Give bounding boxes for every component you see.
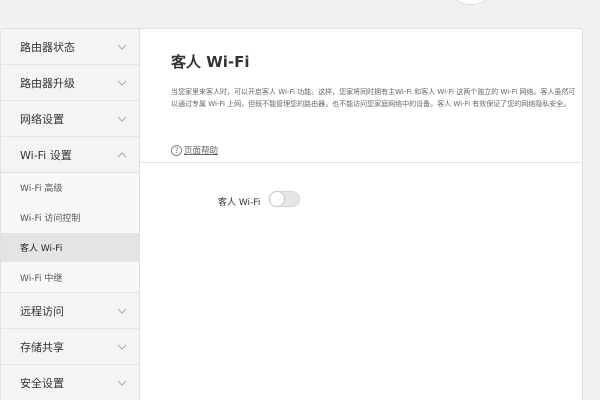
sidebar-item-network-settings[interactable]: 网络设置 [1,101,139,137]
toggle-knob [270,192,284,206]
sidebar-item-router-upgrade[interactable]: 路由器升级 [1,65,139,101]
sidebar-item-router-status[interactable]: 路由器状态 [1,29,139,65]
page-description: 当您家里来客人时，可以开启客人 Wi-Fi 功能。这样，您家将同时拥有主Wi-F… [171,88,576,108]
sidebar-item-label: 网络设置 [20,112,64,126]
chevron-down-icon [117,308,127,314]
sidebar-item-security-settings[interactable]: 安全设置 [1,365,139,400]
question-icon: ? [171,144,182,156]
settings-panel: 路由器状态 路由器升级 网络设置 Wi-Fi 设置 Wi-Fi 高级 Wi-Fi… [0,28,583,400]
sidebar-subitem-label: Wi-Fi 高级 [20,184,63,195]
sidebar-item-storage-sharing[interactable]: 存储共享 [1,329,139,365]
sidebar-subitem-label: 客人 Wi-Fi [20,243,63,254]
sidebar-item-label: 存储共享 [20,340,64,354]
main-content: 客人 Wi-Fi 当您家里来客人时，可以开启客人 Wi-Fi 功能。这样，您家将… [141,29,582,400]
chevron-down-icon [117,380,127,386]
page-help-link[interactable]: ? 页面帮助 [171,144,218,156]
chevron-down-icon [117,116,127,122]
sidebar-item-label: 路由器状态 [20,40,75,54]
sidebar-subitem-label: Wi-Fi 中继 [20,273,63,284]
sidebar-item-label: Wi-Fi 设置 [20,148,72,162]
sidebar: 路由器状态 路由器升级 网络设置 Wi-Fi 设置 Wi-Fi 高级 Wi-Fi… [1,29,140,400]
sidebar-item-remote-access[interactable]: 远程访问 [1,293,139,329]
sidebar-item-label: 安全设置 [20,376,64,390]
sidebar-subitem-guest-wifi[interactable]: 客人 Wi-Fi [1,232,139,263]
wifi-submenu: Wi-Fi 高级 Wi-Fi 访问控制 客人 Wi-Fi Wi-Fi 中继 [1,173,139,293]
sidebar-item-label: 路由器升级 [20,76,75,90]
help-link-label: 页面帮助 [184,146,219,156]
sidebar-subitem-label: Wi-Fi 访问控制 [20,214,81,225]
guest-wifi-toggle-label: 客人 Wi-Fi [218,198,261,208]
router-logo-circle [443,0,499,4]
sidebar-subitem-wifi-advanced[interactable]: Wi-Fi 高级 [1,173,139,203]
sidebar-subitem-wifi-access-control[interactable]: Wi-Fi 访问控制 [1,203,139,233]
page-title: 客人 Wi-Fi [171,53,250,71]
sidebar-item-wifi-settings[interactable]: Wi-Fi 设置 [1,137,139,173]
chevron-down-icon [117,80,127,86]
chevron-down-icon [117,44,127,50]
guest-wifi-toggle[interactable] [269,191,300,207]
section-divider [141,162,582,163]
sidebar-item-label: 远程访问 [20,304,64,318]
sidebar-subitem-wifi-repeater[interactable]: Wi-Fi 中继 [1,262,139,292]
chevron-down-icon [117,344,127,350]
chevron-up-icon [117,151,127,157]
